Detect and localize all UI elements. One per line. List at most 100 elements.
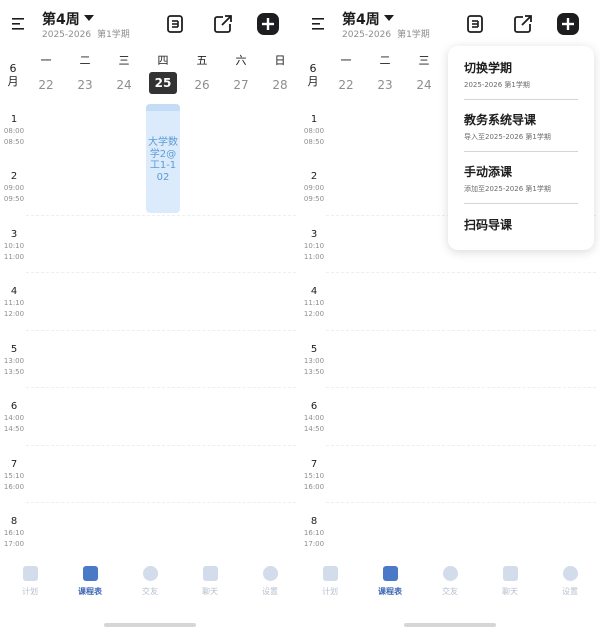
- period-slot: 7 15:10 16:00: [3, 459, 25, 491]
- menu-item-subtitle: 2025-2026 第1学期: [464, 81, 530, 89]
- period-slot: 2 09:00 09:50: [303, 171, 325, 203]
- menu-item-subtitle: 导入至2025-2026 第1学期: [464, 133, 551, 141]
- period-slot: 8 16:10 17:00: [303, 516, 325, 548]
- divider: [326, 330, 596, 331]
- weekday-label: 四: [157, 54, 169, 67]
- nav-timetable[interactable]: 课程表: [370, 566, 410, 597]
- nav-label: 计划: [22, 587, 38, 596]
- weekday-label: 二: [379, 54, 391, 67]
- divider: [326, 445, 596, 446]
- nav-label: 课程表: [78, 587, 102, 596]
- bottom-nav: 计划 课程表 交友 聊天 设置: [300, 566, 600, 606]
- period-slot: 3 10:10 11:00: [3, 229, 25, 261]
- timetable-icon: [82, 566, 98, 581]
- period-slot: 1 08:00 08:50: [303, 114, 325, 146]
- course-card[interactable]: 大学数学2@工1-102: [146, 104, 180, 213]
- nav-friends[interactable]: 交友: [430, 566, 470, 597]
- date-label: 22: [38, 78, 54, 92]
- weekday-label: 三: [118, 54, 130, 67]
- timetable-screen: 第4周 2025-2026 第1学期 6 月 一 22 二 23 三 24 四 25 五 2…: [0, 0, 300, 633]
- nav-plan[interactable]: 计划: [10, 566, 50, 597]
- day-column[interactable]: 一 22: [29, 54, 63, 96]
- period-slot: 7 15:10 16:00: [303, 459, 325, 491]
- friends-icon: [142, 566, 158, 581]
- menu-icon[interactable]: [312, 17, 326, 31]
- weekday-label: 一: [40, 54, 52, 67]
- menu-item-scan-import[interactable]: 扫码导课: [464, 218, 580, 233]
- menu-item-title: 手动添课: [464, 165, 513, 179]
- date-label: 26: [194, 78, 210, 92]
- date-row: 6 月 一 22 二 23 三 24 四 25 五 26 六 27 日 28: [0, 50, 300, 96]
- period-slot: 2 09:00 09:50: [3, 171, 25, 203]
- caret-down-icon[interactable]: [384, 15, 394, 21]
- day-column[interactable]: 六 27: [224, 54, 258, 96]
- day-column[interactable]: 三 24: [107, 54, 141, 96]
- calendar-icon[interactable]: [164, 13, 186, 35]
- period-slot: 5 13:00 13:50: [303, 344, 325, 376]
- course-card-header: [146, 104, 180, 111]
- weekday-label: 五: [196, 54, 208, 67]
- nav-settings[interactable]: 设置: [250, 566, 290, 597]
- caret-down-icon[interactable]: [84, 15, 94, 21]
- nav-label: 交友: [142, 587, 158, 596]
- menu-divider: [464, 151, 578, 152]
- week-selector[interactable]: 第4周: [42, 9, 80, 29]
- day-column[interactable]: 日 28: [263, 54, 297, 96]
- nav-timetable[interactable]: 课程表: [70, 566, 110, 597]
- nav-label: 计划: [322, 587, 338, 596]
- menu-item-title: 教务系统导课: [464, 113, 537, 127]
- divider: [26, 330, 296, 331]
- calendar-icon[interactable]: [464, 13, 486, 35]
- period-slot: 8 16:10 17:00: [3, 516, 25, 548]
- add-button[interactable]: [257, 13, 279, 35]
- nav-settings[interactable]: 设置: [550, 566, 590, 597]
- nav-chat[interactable]: 聊天: [190, 566, 230, 597]
- period-slot: 3 10:10 11:00: [303, 229, 325, 261]
- timetable-icon: [382, 566, 398, 581]
- nav-label: 交友: [442, 587, 458, 596]
- plan-icon: [22, 566, 38, 581]
- week-selector[interactable]: 第4周: [342, 9, 380, 29]
- menu-item-switch-term[interactable]: 切换学期 2025-2026 第1学期: [464, 61, 580, 90]
- menu-icon[interactable]: [12, 17, 26, 31]
- nav-plan[interactable]: 计划: [310, 566, 350, 597]
- settings-icon: [262, 566, 278, 581]
- date-label: 27: [233, 78, 249, 92]
- menu-item-import-academic[interactable]: 教务系统导课 导入至2025-2026 第1学期: [464, 113, 580, 142]
- divider: [26, 502, 296, 503]
- period-slot: 4 11:10 12:00: [303, 286, 325, 318]
- plus-icon: [562, 18, 574, 30]
- divider: [326, 387, 596, 388]
- period-slot: 6 14:00 14:50: [303, 401, 325, 433]
- day-column[interactable]: 二 23: [68, 54, 102, 96]
- date-label: 25: [149, 72, 177, 94]
- nav-label: 聊天: [202, 587, 218, 596]
- home-indicator: [404, 623, 496, 627]
- menu-item-manual-add[interactable]: 手动添课 添加至2025-2026 第1学期: [464, 165, 580, 194]
- add-button[interactable]: [557, 13, 579, 35]
- nav-friends[interactable]: 交友: [130, 566, 170, 597]
- menu-item-subtitle: 添加至2025-2026 第1学期: [464, 185, 551, 193]
- date-label: 23: [77, 78, 93, 92]
- share-icon[interactable]: [212, 13, 234, 35]
- nav-label: 设置: [262, 587, 278, 596]
- weekday-label: 一: [340, 54, 352, 67]
- date-label: 28: [272, 78, 288, 92]
- day-column[interactable]: 五 26: [185, 54, 219, 96]
- day-column-today[interactable]: 四 25: [146, 54, 180, 94]
- date-label: 24: [116, 78, 132, 92]
- menu-item-title: 扫码导课: [464, 218, 513, 232]
- day-column[interactable]: 三 24: [407, 54, 441, 96]
- friends-icon: [442, 566, 458, 581]
- menu-divider: [464, 203, 578, 204]
- day-column[interactable]: 二 23: [368, 54, 402, 96]
- nav-chat[interactable]: 聊天: [490, 566, 530, 597]
- weekday-label: 二: [79, 54, 91, 67]
- divider: [26, 272, 296, 273]
- day-column[interactable]: 一 22: [329, 54, 363, 96]
- period-slot: 6 14:00 14:50: [3, 401, 25, 433]
- nav-label: 课程表: [378, 587, 402, 596]
- nav-label: 聊天: [502, 587, 518, 596]
- term-label: 2025-2026 第1学期: [42, 30, 130, 40]
- share-icon[interactable]: [512, 13, 534, 35]
